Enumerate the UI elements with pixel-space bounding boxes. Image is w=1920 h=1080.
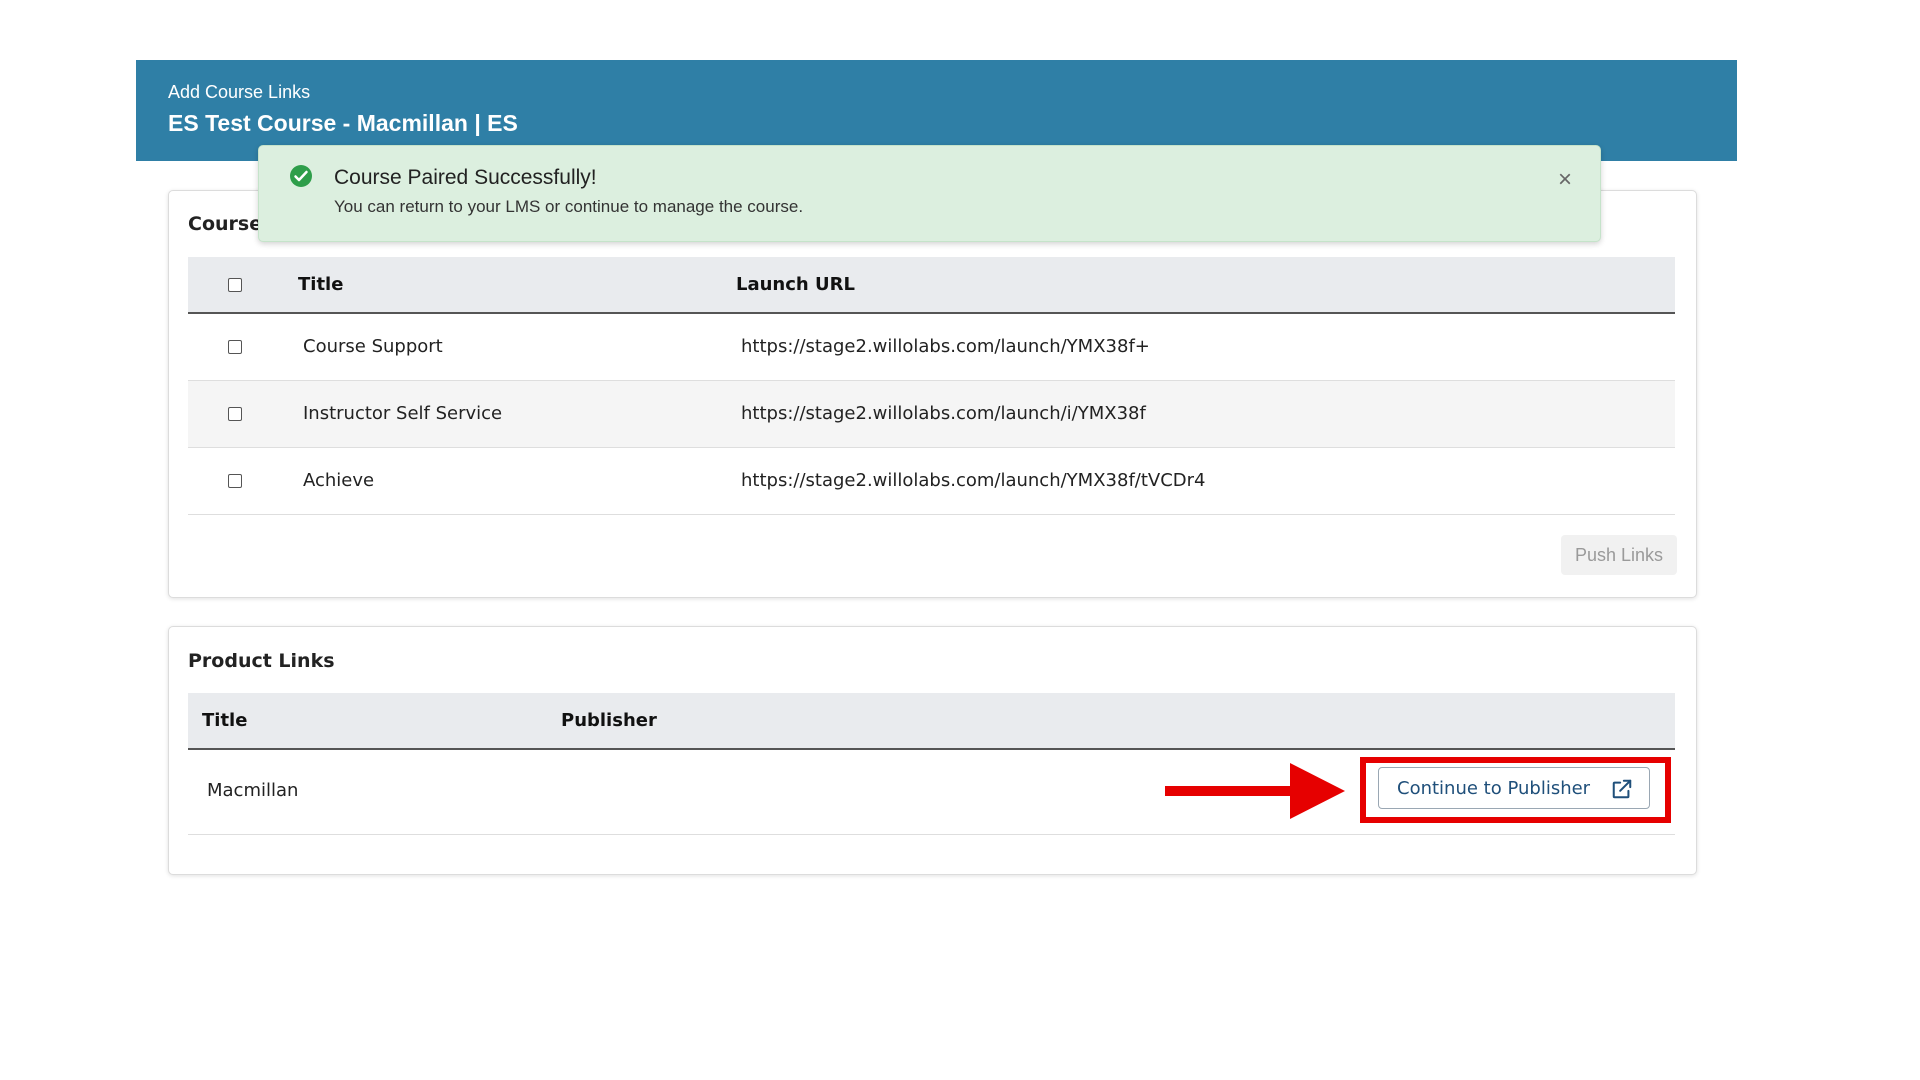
highlight-box-annotation — [1360, 757, 1671, 823]
column-header-launch-url: Launch URL — [736, 274, 855, 295]
row-launch-url: https://stage2.willolabs.com/launch/YMX3… — [741, 470, 1206, 491]
row-title: Instructor Self Service — [303, 403, 503, 424]
red-arrow-annotation — [1165, 763, 1345, 819]
push-links-button[interactable]: Push Links — [1560, 535, 1677, 575]
row-checkbox[interactable] — [228, 474, 242, 488]
table-row: Course Support https://stage2.willolabs.… — [188, 314, 1675, 381]
page: Add Course Links ES Test Course - Macmil… — [0, 0, 1920, 1080]
row-checkbox[interactable] — [228, 407, 242, 421]
course-title: ES Test Course - Macmillan | ES — [168, 110, 518, 136]
row-checkbox[interactable] — [228, 340, 242, 354]
row-title: Macmillan — [207, 780, 299, 801]
product-links-card: Product Links Title Publisher Macmillan … — [168, 626, 1697, 875]
success-toast: Course Paired Successfully! You can retu… — [258, 145, 1601, 242]
table-row: Achieve https://stage2.willolabs.com/lau… — [188, 448, 1675, 515]
toast-title: Course Paired Successfully! — [334, 166, 597, 189]
column-header-title: Title — [298, 274, 344, 295]
row-launch-url: https://stage2.willolabs.com/launch/YMX3… — [741, 336, 1150, 357]
close-icon[interactable]: × — [1558, 168, 1572, 192]
course-links-label: Course — [188, 213, 263, 235]
course-links-table-header: Title Launch URL — [188, 257, 1675, 314]
product-links-table-header: Title Publisher — [188, 693, 1675, 750]
column-header-title: Title — [202, 710, 248, 731]
row-title: Course Support — [303, 336, 443, 357]
course-links-card: Course Title Launch URL Course Support h… — [168, 190, 1697, 598]
product-links-label: Product Links — [188, 650, 335, 672]
row-launch-url: https://stage2.willolabs.com/launch/i/YM… — [741, 403, 1146, 424]
toast-message: You can return to your LMS or continue t… — [334, 197, 804, 216]
table-row: Instructor Self Service https://stage2.w… — [188, 381, 1675, 448]
row-title: Achieve — [303, 470, 375, 491]
check-circle-icon — [290, 165, 312, 187]
select-all-checkbox[interactable] — [228, 278, 242, 292]
column-header-publisher: Publisher — [561, 710, 657, 731]
header-subtitle: Add Course Links — [168, 82, 311, 102]
